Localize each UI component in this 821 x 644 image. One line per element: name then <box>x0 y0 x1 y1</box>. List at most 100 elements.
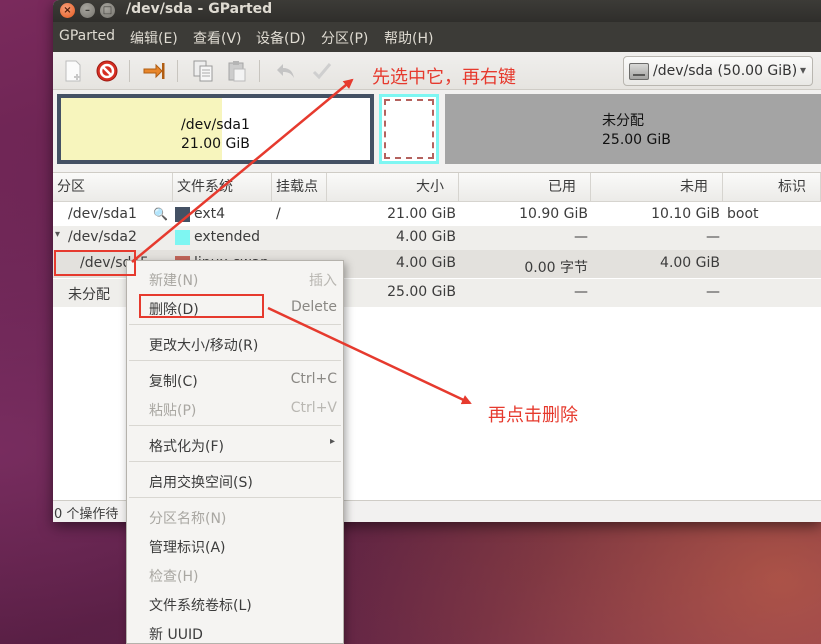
minimize-window-icon[interactable]: – <box>80 3 95 18</box>
annotation-highlight-delete <box>139 294 264 318</box>
cell-unused: 4.00 GiB <box>660 255 720 271</box>
cell-partition: 未分配 <box>68 287 110 303</box>
cell-size: 4.00 GiB <box>396 255 456 271</box>
menu-item-shortcut: 插入 <box>309 273 337 289</box>
mounted-key-icon: 🔍 <box>153 207 168 221</box>
menu-item-check[interactable]: 检查(H) <box>127 561 343 589</box>
menu-item-label: 文件系统卷标(L) <box>149 598 252 614</box>
toolbar-separator <box>259 60 260 82</box>
close-window-icon[interactable]: × <box>60 3 75 18</box>
menu-separator <box>129 497 341 498</box>
cell-used: — <box>574 229 588 245</box>
table-row[interactable]: ▾ /dev/sda2 extended 4.00 GiB — — <box>53 226 821 250</box>
maximize-window-icon[interactable]: □ <box>100 3 115 18</box>
menu-item-new[interactable]: 新建(N) 插入 <box>127 265 343 293</box>
filesystem-color-swatch <box>175 230 190 245</box>
cell-flags: boot <box>727 206 759 222</box>
menu-bar: GParted 编辑(E) 查看(V) 设备(D) 分区(P) 帮助(H) <box>53 22 821 52</box>
menu-item-manage-flags[interactable]: 管理标识(A) <box>127 532 343 560</box>
cell-partition: /dev/sda2 <box>68 229 137 245</box>
menu-item-shortcut: Ctrl+C <box>290 371 337 387</box>
menu-separator <box>129 324 341 325</box>
menu-item-swapon[interactable]: 启用交换空间(S) <box>127 467 343 495</box>
menu-item-label: 粘贴(P) <box>149 403 197 419</box>
table-row[interactable]: /dev/sda1 🔍 ext4 / 21.00 GiB 10.90 GiB 1… <box>53 203 821 227</box>
menu-help[interactable]: 帮助(H) <box>384 28 433 48</box>
new-partition-icon[interactable] <box>61 59 85 83</box>
cell-size: 4.00 GiB <box>396 229 456 245</box>
column-header-size[interactable]: 大小 <box>327 173 459 202</box>
menu-item-label: 检查(H) <box>149 569 199 585</box>
annotation-step2-text: 再点击删除 <box>488 405 578 426</box>
filesystem-color-swatch <box>175 207 190 222</box>
paste-icon[interactable] <box>225 59 249 83</box>
cell-size: 25.00 GiB <box>387 284 456 300</box>
menu-view[interactable]: 查看(V) <box>193 28 242 48</box>
column-header-used[interactable]: 已用 <box>459 173 591 202</box>
menu-item-shortcut: Ctrl+V <box>290 400 337 416</box>
pending-operations-text: 0 个操作待 <box>54 507 119 522</box>
menu-item-format-as[interactable]: 格式化为(F) ▸ <box>127 431 343 459</box>
menu-item-label: 复制(C) <box>149 374 198 390</box>
column-header-flags[interactable]: 标识 <box>723 173 821 202</box>
partition-block-sda5[interactable] <box>384 99 434 159</box>
toolbar-separator <box>177 60 178 82</box>
menu-item-label: 分区名称(N) <box>149 511 227 527</box>
menu-item-label: 格式化为(F) <box>149 439 224 455</box>
toolbar-separator <box>129 60 130 82</box>
annotation-step1-text: 先选中它，再右键 <box>372 67 516 88</box>
cell-partition: /dev/sda1 <box>68 206 137 222</box>
menu-partition[interactable]: 分区(P) <box>321 28 368 48</box>
column-header-partition[interactable]: 分区 <box>53 173 173 202</box>
column-header-filesystem[interactable]: 文件系统 <box>173 173 272 202</box>
cell-unused: — <box>706 284 720 300</box>
expander-arrow-icon[interactable]: ▾ <box>55 229 60 240</box>
cell-mountpoint: / <box>276 206 281 222</box>
resize-move-icon[interactable] <box>142 59 166 83</box>
menu-item-resize-move[interactable]: 更改大小/移动(R) <box>127 330 343 358</box>
menu-separator <box>129 360 341 361</box>
delete-partition-icon[interactable] <box>95 59 119 83</box>
cell-unused: — <box>706 229 720 245</box>
submenu-arrow-icon: ▸ <box>329 436 335 447</box>
device-selector[interactable]: /dev/sda (50.00 GiB) ▾ <box>623 56 813 86</box>
window-title: /dev/sda - GParted <box>126 1 273 17</box>
menu-edit[interactable]: 编辑(E) <box>130 28 178 48</box>
partition-block-extended[interactable] <box>379 94 439 164</box>
menu-separator <box>129 461 341 462</box>
menu-item-shortcut: Delete <box>291 299 337 315</box>
annotation-highlight-sda5 <box>54 250 136 276</box>
menu-device[interactable]: 设备(D) <box>256 28 306 48</box>
column-header-mountpoint[interactable]: 挂载点 <box>272 173 327 202</box>
cell-used: 0.00 字节 <box>524 260 588 276</box>
cell-filesystem: extended <box>194 229 261 245</box>
cell-used: 10.90 GiB <box>519 206 588 222</box>
menu-item-new-uuid[interactable]: 新 UUID <box>127 619 343 644</box>
undo-icon[interactable] <box>274 59 298 83</box>
apply-icon[interactable] <box>310 59 334 83</box>
menu-item-label: 启用交换空间(S) <box>149 475 253 491</box>
title-bar: × – □ /dev/sda - GParted <box>53 0 821 22</box>
menu-separator <box>129 425 341 426</box>
cell-filesystem: ext4 <box>194 206 226 222</box>
menu-item-label-filesystem[interactable]: 文件系统卷标(L) <box>127 590 343 618</box>
column-header-unused[interactable]: 未用 <box>591 173 723 202</box>
menu-item-label: 管理标识(A) <box>149 540 226 556</box>
cell-unused: 10.10 GiB <box>651 206 720 222</box>
copy-icon[interactable] <box>191 59 215 83</box>
partition-block-unallocated[interactable]: 未分配 25.00 GiB <box>445 94 821 164</box>
menu-item-label: 新建(N) <box>149 273 199 289</box>
menu-item-partition-name[interactable]: 分区名称(N) <box>127 503 343 531</box>
cell-size: 21.00 GiB <box>387 206 456 222</box>
menu-item-copy[interactable]: 复制(C) Ctrl+C <box>127 366 343 394</box>
cell-used: — <box>574 284 588 300</box>
chevron-down-icon: ▾ <box>799 63 806 77</box>
partition-graph: /dev/sda1 21.00 GiB 未分配 25.00 GiB <box>53 90 821 170</box>
menu-gparted[interactable]: GParted <box>59 28 115 44</box>
device-name: /dev/sda (50.00 GiB) <box>653 63 798 79</box>
partition-block-unallocated-label: 未分配 25.00 GiB <box>602 113 671 148</box>
menu-item-label: 更改大小/移动(R) <box>149 338 259 354</box>
menu-item-paste[interactable]: 粘贴(P) Ctrl+V <box>127 395 343 423</box>
partition-block-sda1[interactable]: /dev/sda1 21.00 GiB <box>57 94 374 164</box>
partition-block-sda1-label: /dev/sda1 21.00 GiB <box>181 117 250 152</box>
